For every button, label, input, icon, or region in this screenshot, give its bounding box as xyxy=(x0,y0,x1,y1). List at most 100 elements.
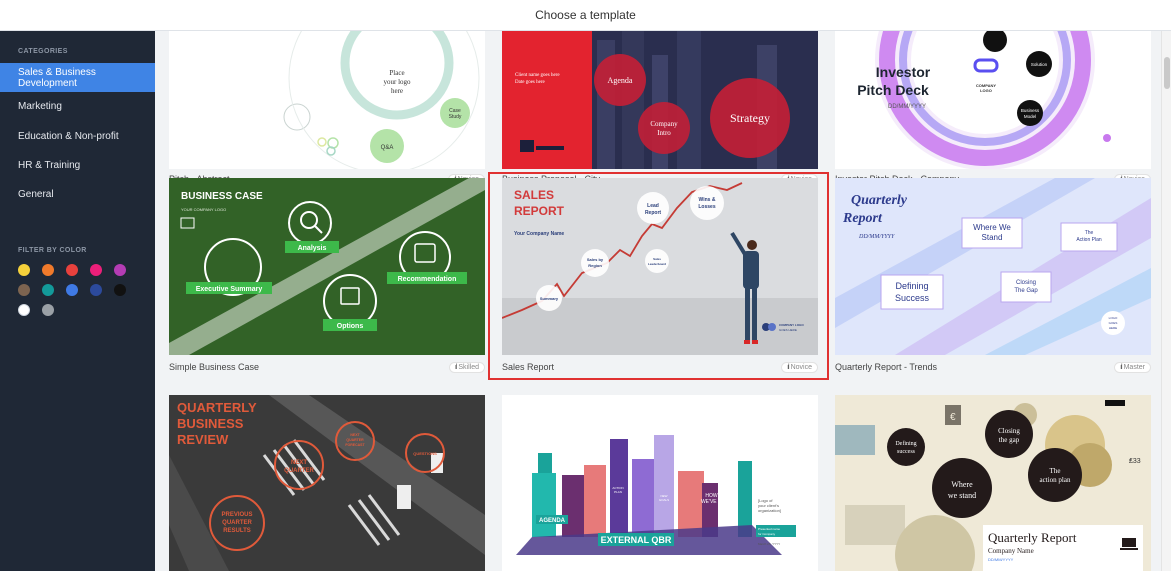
investor-pitch-preview: Investor Pitch Deck DD/MM/YYYY COMPANY L… xyxy=(835,31,1151,170)
coins-company: Company Name xyxy=(988,547,1034,555)
template-caption: Simple Business Case ıl Skilled xyxy=(169,360,485,374)
scrollbar-thumb[interactable] xyxy=(1164,57,1170,89)
color-swatch[interactable] xyxy=(18,264,30,276)
vertical-scrollbar[interactable] xyxy=(1161,31,1171,571)
presented-line-1: Presented name xyxy=(758,527,780,531)
qbr-preview: QUARTERLY BUSINESS REVIEW NEXT QUARTER N… xyxy=(169,395,485,571)
color-swatch[interactable] xyxy=(66,264,78,276)
client-line: Client name goes here xyxy=(515,73,560,78)
defining-line-1: Defining xyxy=(895,281,928,291)
sales-title-1: SALES xyxy=(514,188,554,202)
coins-preview: € ₤33 Defining success Closing the gap W… xyxy=(835,395,1151,571)
qbr-title-2: BUSINESS xyxy=(177,416,244,431)
category-sales-business-development[interactable]: Sales & Business Development xyxy=(0,63,155,92)
coins-defining-2: success xyxy=(897,449,916,455)
coins-where-2: we stand xyxy=(948,491,976,500)
template-thumbnail: SALES REPORT Your Company Name Summary S… xyxy=(502,178,818,355)
company-line-1: Company xyxy=(650,120,678,128)
color-swatch[interactable] xyxy=(18,284,30,296)
qbr-title-3: REVIEW xyxy=(177,432,229,447)
client-logo-line-3: organization] xyxy=(758,508,781,513)
coins-closing-1: Closing xyxy=(998,427,1020,435)
color-swatch[interactable] xyxy=(42,304,54,316)
template-caption: Sales Report ıl Novice xyxy=(502,360,818,374)
template-name: Quarterly Report - Trends xyxy=(835,362,938,372)
category-education-non-profit[interactable]: Education & Non-profit xyxy=(0,122,155,151)
howfar-line-2: WE'VE COME xyxy=(701,499,734,505)
color-swatch[interactable] xyxy=(42,284,54,296)
template-thumbnail: BUSINESS CASE YOUR COMPANY LOGO Analysis… xyxy=(169,178,485,355)
sales-report-preview: SALES REPORT Your Company Name Summary S… xyxy=(502,178,818,355)
business-case-title: BUSINESS CASE xyxy=(181,191,263,202)
category-hr-training[interactable]: HR & Training xyxy=(0,151,155,180)
level-badge: ıl Master xyxy=(1114,361,1151,373)
next-line-2: QUARTER xyxy=(284,468,314,474)
gap-line-2: The Gap xyxy=(1014,288,1038,294)
level-badge: ıl Skilled xyxy=(448,361,485,373)
questions-label: QUESTIONS xyxy=(413,451,437,456)
template-thumbnail: Quarterly Report DD/MM/YYYY Where We Sta… xyxy=(835,178,1151,355)
pitch-abstract-preview: Place your logo here Case Study Q&A xyxy=(169,31,485,174)
forecast-line-3: FORECAST xyxy=(345,443,365,447)
color-swatch[interactable] xyxy=(114,264,126,276)
color-swatch[interactable] xyxy=(90,284,102,296)
skill-level-icon: ıl xyxy=(787,363,789,371)
investor-date: DD/MM/YYYY xyxy=(888,104,926,110)
logo-line-3: here xyxy=(391,87,403,95)
previous-line-3: RESULTS xyxy=(223,528,251,534)
coins-date: DD/MM/YYYY xyxy=(988,557,1014,562)
date-line: Date goes here xyxy=(515,80,545,85)
agenda-tag: AGENDA xyxy=(539,518,566,524)
defining-line-2: Success xyxy=(895,293,930,303)
coins-action-2: action plan xyxy=(1040,476,1071,484)
trends-date: DD/MM/YYYY xyxy=(858,234,895,240)
color-swatch[interactable] xyxy=(114,284,126,296)
strategy-label: Strategy xyxy=(730,111,770,125)
previous-line-2: QUARTER xyxy=(222,520,252,526)
quarterly-trends-preview: Quarterly Report DD/MM/YYYY Where We Sta… xyxy=(835,178,1151,355)
region-line-2: Region xyxy=(588,263,602,268)
sales-title-2: REPORT xyxy=(514,204,565,218)
template-thumbnail: QUARTERLY BUSINESS REVIEW NEXT QUARTER N… xyxy=(169,395,485,571)
coins-where-1: Where xyxy=(951,480,973,489)
investor-logo-2: LOGO xyxy=(980,88,992,93)
model-line-1: Business xyxy=(1021,108,1040,113)
category-general[interactable]: General xyxy=(0,180,155,209)
trends-logo-3: HERE xyxy=(1109,326,1117,330)
gap-line-1: Closing xyxy=(1016,280,1036,286)
wins-line-2: Losses xyxy=(698,204,715,210)
color-swatch[interactable] xyxy=(42,264,54,276)
template-grid: Place your logo here Case Study Q&A Pitc… xyxy=(155,31,1161,571)
template-caption: Quarterly Report - Trends ıl Master xyxy=(835,360,1151,374)
qa-label: Q&A xyxy=(381,145,394,151)
forecast-line-2: QUARTER xyxy=(346,438,364,442)
leaderboard-line-1: Sales xyxy=(653,257,661,261)
options-label: Options xyxy=(337,323,364,330)
recommendation-label: Recommendation xyxy=(398,276,457,283)
stand-line-2: Stand xyxy=(982,233,1003,242)
case-study-line-2: Study xyxy=(449,114,462,120)
stand-line-1: Where We xyxy=(973,223,1011,232)
trends-logo-2: GOES xyxy=(1109,321,1118,325)
coins-closing-2: the gap xyxy=(999,436,1020,444)
color-swatch[interactable] xyxy=(90,264,102,276)
color-swatch[interactable] xyxy=(66,284,78,296)
template-name: Simple Business Case xyxy=(169,362,260,372)
template-thumbnail: Client name goes here Date goes here Age… xyxy=(502,31,818,177)
color-swatch[interactable] xyxy=(18,304,30,316)
category-marketing[interactable]: Marketing xyxy=(0,92,155,121)
top-bar: Choose a template xyxy=(0,0,1171,31)
model-line-2: Model xyxy=(1024,114,1036,119)
coins-action-1: The xyxy=(1050,467,1061,475)
sales-logo-1: COMPANY LOGO xyxy=(779,323,804,327)
trends-logo-1: LOGO xyxy=(1109,316,1118,320)
sales-logo-2: GOES HERE xyxy=(779,328,797,332)
analysis-label: Analysis xyxy=(298,245,327,252)
template-thumbnail: Investor Pitch Deck DD/MM/YYYY COMPANY L… xyxy=(835,31,1151,177)
summary-label: Summary xyxy=(540,296,559,301)
currency-sign: € xyxy=(950,412,956,423)
next-line-1: NEXT xyxy=(291,460,307,466)
company-line-2: Intro xyxy=(657,129,671,137)
dialog-title: Choose a template xyxy=(535,8,636,22)
solution-label: Solution xyxy=(1031,62,1048,67)
